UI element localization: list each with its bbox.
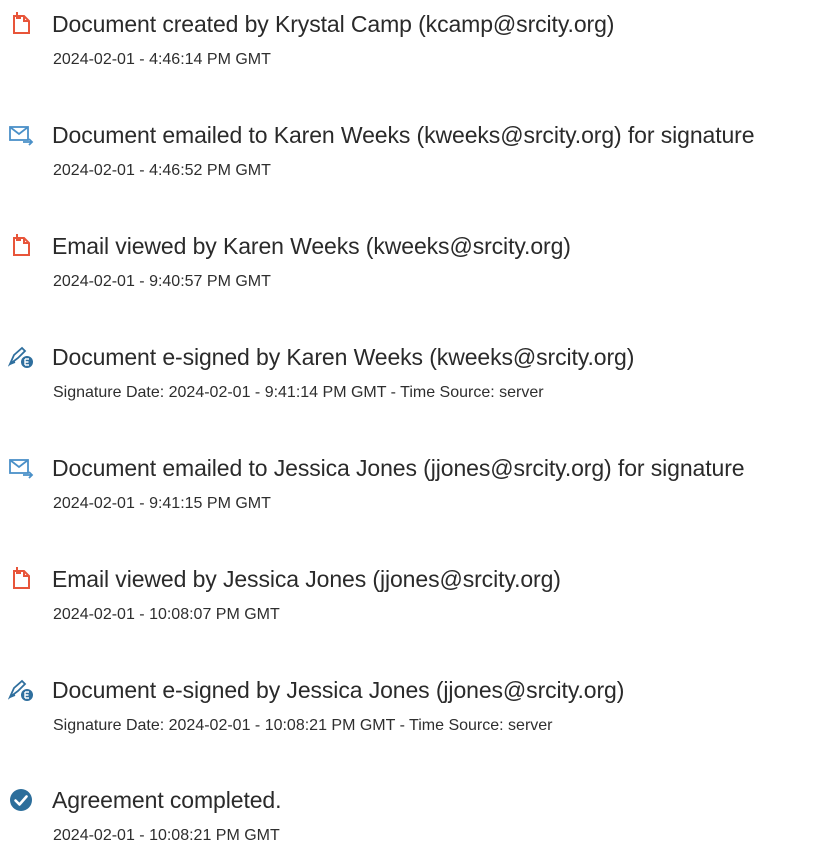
event-timestamp: 2024-02-01 - 10:08:07 PM GMT [53,606,280,623]
document-icon [13,12,30,34]
event-timestamp: 2024-02-01 - 10:08:21 PM GMT [53,827,280,844]
document-icon [13,234,30,256]
event-title: Document emailed to Karen Weeks (kweeks@… [52,122,755,148]
email-send-icon [9,459,34,479]
event-timestamp: Signature Date: 2024-02-01 - 9:41:14 PM … [53,384,544,401]
event-title: Email viewed by Jessica Jones (jjones@sr… [52,566,561,592]
document-icon [13,567,30,589]
esign-pen-icon [8,679,33,701]
event-timestamp: 2024-02-01 - 4:46:14 PM GMT [53,51,271,68]
event-timestamp: 2024-02-01 - 4:46:52 PM GMT [53,162,271,179]
event-title: Document e-signed by Jessica Jones (jjon… [52,677,625,703]
event-title: Agreement completed. [52,787,282,813]
esign-pen-icon [8,346,33,368]
event-timestamp: Signature Date: 2024-02-01 - 10:08:21 PM… [53,717,553,734]
event-timestamp: 2024-02-01 - 9:41:15 PM GMT [53,495,271,512]
event-title: Document emailed to Jessica Jones (jjone… [52,455,745,481]
event-title: Document created by Krystal Camp (kcamp@… [52,11,615,37]
event-title: Email viewed by Karen Weeks (kweeks@srci… [52,233,571,259]
audit-history: Document created by Krystal Camp (kcamp@… [0,0,839,846]
check-circle-icon [10,789,32,811]
email-send-icon [9,126,34,146]
event-timestamp: 2024-02-01 - 9:40:57 PM GMT [53,273,271,290]
event-title: Document e-signed by Karen Weeks (kweeks… [52,344,635,370]
